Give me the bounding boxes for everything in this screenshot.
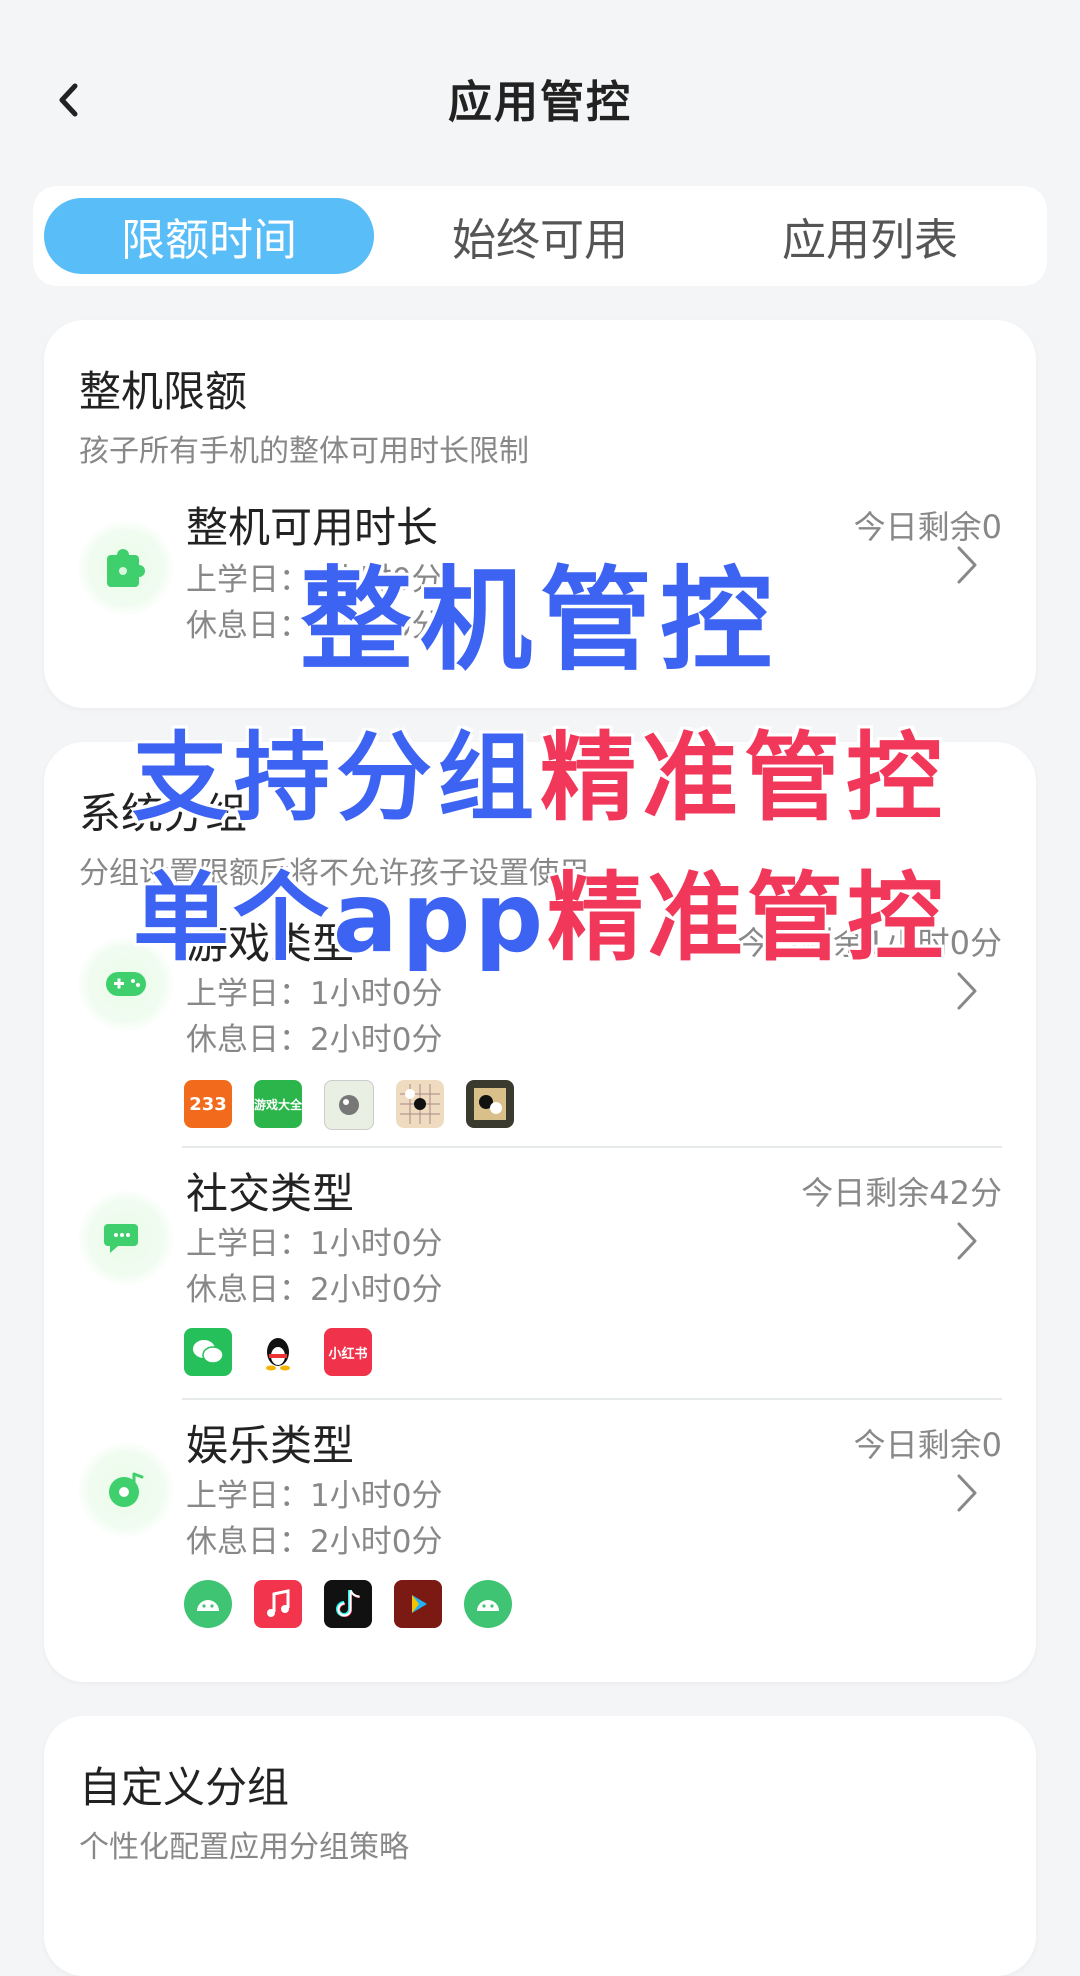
app-icon-list: 233 游戏大全 <box>184 1080 514 1130</box>
card-title: 整机限额 <box>79 367 248 416</box>
card-subtitle: 孩子所有手机的整体可用时长限制 <box>79 434 529 469</box>
music-disc-icon <box>78 1442 174 1538</box>
app-icon-wechat <box>184 1328 232 1376</box>
tab-bar: 限额时间 始终可用 应用列表 <box>33 186 1047 286</box>
top-bar: 应用管控 <box>0 0 1080 190</box>
app-icon-video <box>394 1580 442 1628</box>
app-icon-android <box>184 1580 232 1628</box>
app-icon-game-center: 游戏大全 <box>254 1080 302 1128</box>
rest-day-limit: 休息日：2小时0分 <box>186 1022 443 1058</box>
chevron-right-icon <box>952 1216 982 1266</box>
app-icon-xiaohongshu: 小红书 <box>324 1328 372 1376</box>
app-icon-list: 小红书 <box>184 1328 372 1376</box>
app-icon-game-3 <box>324 1080 374 1130</box>
promo-line-3: 单个app精准管控 <box>0 840 1080 979</box>
group-row-entertainment[interactable]: 娱乐类型 今日剩余0 上学日：1小时0分 休息日：2小时0分 <box>44 1414 1036 1634</box>
promo-line-2-blue: 支持分组 <box>132 722 540 834</box>
promo-line-3-red: 精准管控 <box>547 862 948 974</box>
app-icon-douyin <box>324 1580 372 1628</box>
app-icon-android <box>464 1580 512 1628</box>
promo-line-2-red: 精准管控 <box>540 722 948 834</box>
rest-day-limit: 休息日：2小时0分 <box>186 1272 443 1308</box>
app-icon-go-game <box>396 1080 444 1128</box>
chevron-right-icon <box>952 1468 982 1518</box>
card-subtitle: 个性化配置应用分组策略 <box>79 1830 409 1865</box>
promo-line-3-blue: 单个app <box>132 862 548 974</box>
tab-always-available[interactable]: 始终可用 <box>375 198 705 274</box>
app-icon-list <box>184 1580 512 1628</box>
app-icon-music <box>254 1580 302 1628</box>
app-icon-go-board <box>466 1080 514 1128</box>
rest-day-limit: 休息日：2小时0分 <box>186 1524 443 1560</box>
divider <box>182 1146 1002 1148</box>
page-title: 应用管控 <box>448 77 632 128</box>
row-name: 娱乐类型 <box>186 1421 355 1470</box>
school-day-limit: 上学日：1小时0分 <box>186 1226 443 1262</box>
remaining-time: 今日剩余0 <box>853 1426 1002 1464</box>
tab-app-list[interactable]: 应用列表 <box>705 198 1035 274</box>
custom-groups-card: 自定义分组 个性化配置应用分组策略 <box>44 1716 1036 1976</box>
tab-quota-time[interactable]: 限额时间 <box>44 198 374 274</box>
app-icon-233: 233 <box>184 1080 232 1128</box>
app-icon-qq <box>254 1328 302 1376</box>
promo-line-2: 支持分组精准管控 <box>0 700 1080 839</box>
chat-icon <box>78 1190 174 1286</box>
school-day-limit: 上学日：1小时0分 <box>186 1478 443 1514</box>
promo-headline: 整机管控 <box>300 556 780 686</box>
divider <box>182 1398 1002 1400</box>
remaining-time: 今日剩余42分 <box>801 1174 1002 1212</box>
group-row-social[interactable]: 社交类型 今日剩余42分 上学日：1小时0分 休息日：2小时0分 小红书 <box>44 1162 1036 1382</box>
card-title: 自定义分组 <box>79 1763 290 1812</box>
row-name: 社交类型 <box>186 1169 355 1218</box>
